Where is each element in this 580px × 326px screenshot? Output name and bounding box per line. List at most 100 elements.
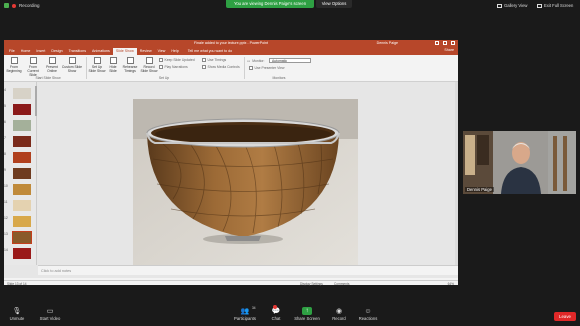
from-beginning-button[interactable]: From Beginning [6, 57, 22, 73]
slide-thumbnail[interactable]: 12 [4, 216, 32, 230]
thumbnail-image [13, 216, 31, 227]
slide-thumbnails-pane: 4 5 6 7 8 9 10 11 12 13 14 [4, 82, 37, 265]
thumbnail-image [13, 120, 31, 131]
record-button[interactable]: ◉ Record [330, 307, 348, 321]
slide-scrollbar[interactable] [455, 82, 458, 265]
from-current-button[interactable]: From Current Slide [24, 57, 42, 77]
unmute-button[interactable]: 🎙 Unmute [6, 307, 28, 321]
hide-slide-button[interactable]: Hide Slide [107, 57, 119, 73]
reactions-label: Reactions [358, 316, 378, 321]
rehearse-label: Rehearse Timings [122, 65, 138, 73]
checkbox-icon [159, 58, 163, 62]
slide-thumbnail[interactable]: 4 [4, 88, 32, 102]
slide-thumbnail[interactable]: 5 [4, 104, 32, 118]
presenter-view-checkbox[interactable]: Use Presenter View [249, 66, 284, 70]
use-timings-checkbox[interactable]: Use Timings [202, 58, 226, 62]
leave-button[interactable]: Leave [554, 312, 576, 321]
monitor-select[interactable]: Automatic [269, 58, 311, 63]
slide-editor [38, 82, 458, 265]
notes-pane[interactable]: Click to add notes [38, 265, 458, 275]
slide-number: 5 [4, 104, 6, 108]
play-icon [10, 57, 18, 64]
present-online-button[interactable]: Present Online [44, 57, 60, 73]
zoom-level[interactable]: 64% [448, 282, 454, 286]
tab-file[interactable]: File [6, 48, 18, 55]
start-video-button[interactable]: ▭ Start Video [36, 307, 64, 321]
thumbnail-image [13, 168, 31, 179]
rehearse-timings-button[interactable]: Rehearse Timings [121, 57, 139, 73]
exit-full-screen-button[interactable]: Exit Full Screen [537, 3, 573, 8]
monitor-label-wrap: ▭ Monitor: [247, 59, 264, 63]
group-monitors: Monitors [272, 76, 286, 80]
participant-video [463, 131, 576, 194]
ribbon: From Beginning From Current Slide Presen… [4, 55, 458, 82]
checkbox-icon [202, 58, 206, 62]
ppt-user: Dennis Paige [376, 41, 398, 45]
tab-design[interactable]: Design [48, 48, 65, 55]
tab-help[interactable]: Help [168, 48, 181, 55]
tab-animations[interactable]: Animations [89, 48, 113, 55]
ppt-status-bar: Slide 13 of 14 Display Settings Comments… [4, 280, 458, 286]
setup-show-button[interactable]: Set Up Slide Show [88, 57, 106, 73]
slide-thumbnail[interactable]: 9 [4, 168, 32, 182]
thumbnail-image [13, 184, 31, 195]
reactions-button[interactable]: ☺ Reactions [356, 307, 380, 322]
group-setup: Set Up [158, 76, 170, 80]
show-media-controls-checkbox[interactable]: Show Media Controls [202, 65, 240, 69]
record-label: Record [332, 316, 346, 321]
zoom-bottom-toolbar: 🎙 Unmute ▭ Start Video 👥 34 Participants… [0, 302, 580, 326]
ribbon-separator [244, 57, 245, 79]
share-button[interactable]: Share [444, 48, 454, 52]
tab-transitions[interactable]: Transitions [66, 48, 89, 55]
slide-thumbnail[interactable]: 7 [4, 136, 32, 150]
slide-counter: Slide 13 of 14 [7, 281, 27, 286]
thumbnail-image [12, 231, 32, 244]
record-icon: ◉ [335, 308, 343, 315]
slide-number: 13 [4, 232, 8, 236]
play-narrations-checkbox[interactable]: Play Narrations [159, 65, 188, 69]
slide-thumbnail[interactable]: 8 [4, 152, 32, 166]
display-settings-button[interactable]: Display Settings [300, 282, 323, 286]
comments-button[interactable]: Comments [334, 282, 349, 286]
current-slide[interactable] [133, 99, 358, 265]
maximize-icon[interactable] [443, 41, 447, 45]
recording-indicator: Recording [4, 3, 40, 8]
thumbnail-image [13, 104, 31, 115]
keep-updated-checkbox[interactable]: Keep Slide Updated [159, 58, 195, 62]
unmute-label: Unmute [9, 316, 25, 321]
slide-thumbnail[interactable]: 10 [4, 184, 32, 198]
window-controls [435, 41, 455, 45]
record-show-button[interactable]: Record Slide Show [140, 57, 158, 73]
reactions-icon: ☺ [364, 307, 372, 315]
exit-fullscreen-icon [537, 3, 542, 8]
microphone-muted-icon: 🎙 [12, 308, 22, 315]
share-screen-label: Share Screen [294, 316, 320, 321]
thumbnail-scrollbar[interactable] [35, 86, 37, 116]
show-media-label: Show Media Controls [207, 65, 240, 69]
tab-slide-show[interactable]: Slide Show [112, 48, 137, 55]
thumbnail-image [13, 248, 31, 259]
participant-video-tile[interactable]: Dennis Paige [463, 131, 576, 194]
gallery-view-button[interactable]: Gallery View [497, 3, 527, 8]
share-banner: You are viewing Dennis Paige's screen [226, 0, 314, 8]
custom-show-button[interactable]: Custom Slide Show [61, 57, 83, 73]
tab-review[interactable]: Review [137, 48, 155, 55]
custom-show-label: Custom Slide Show [61, 65, 83, 73]
slide-thumbnail[interactable]: 14 [4, 248, 32, 262]
tab-view[interactable]: View [155, 48, 169, 55]
chat-button[interactable]: 💬 Chat [268, 305, 284, 321]
participants-button[interactable]: 👥 34 Participants [230, 306, 260, 321]
use-timings-label: Use Timings [207, 58, 227, 62]
close-icon[interactable] [451, 41, 455, 45]
tab-insert[interactable]: Insert [33, 48, 48, 55]
tab-home[interactable]: Home [18, 48, 34, 55]
thumbnail-image [13, 200, 31, 211]
tell-me-search[interactable]: Tell me what you want to do [188, 48, 232, 55]
share-screen-button[interactable]: ↑ Share Screen [292, 307, 322, 321]
ribbon-tabs: File Home Insert Design Transitions Anim… [4, 47, 458, 55]
slide-thumbnail-selected[interactable]: 13 [4, 231, 32, 246]
view-options-button[interactable]: View Options [316, 0, 352, 8]
slide-thumbnail[interactable]: 6 [4, 120, 32, 134]
slide-thumbnail[interactable]: 11 [4, 200, 32, 214]
minimize-icon[interactable] [435, 41, 439, 45]
